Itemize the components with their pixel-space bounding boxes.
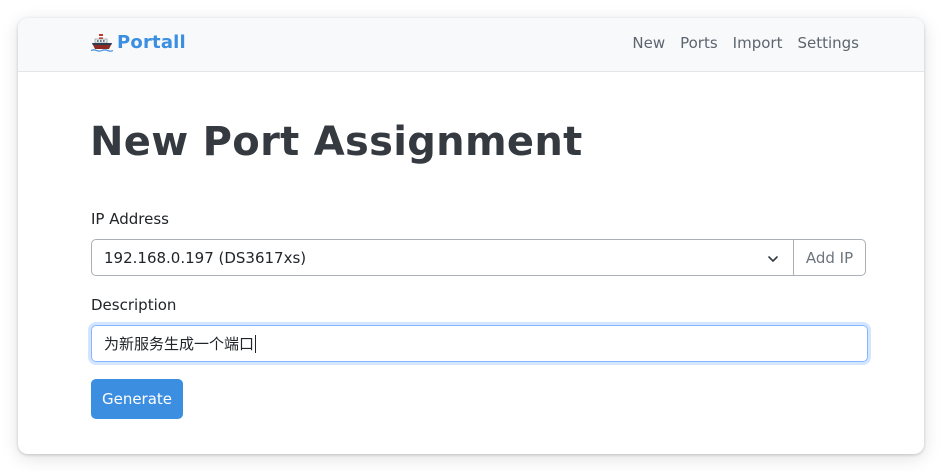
nav-link-settings[interactable]: Settings <box>797 34 859 52</box>
nav-link-new[interactable]: New <box>632 34 665 52</box>
page-title: New Port Assignment <box>90 119 583 165</box>
ip-address-group: 192.168.0.197 (DS3617xs) Add IP <box>91 239 866 276</box>
ip-address-selected-value: 192.168.0.197 (DS3617xs) <box>104 248 307 267</box>
add-ip-button[interactable]: Add IP <box>794 239 866 276</box>
ship-icon <box>90 33 114 53</box>
nav-links: New Ports Import Settings <box>632 34 859 52</box>
text-caret <box>255 334 257 353</box>
nav-link-import[interactable]: Import <box>733 34 783 52</box>
ip-address-select[interactable]: 192.168.0.197 (DS3617xs) <box>91 239 794 276</box>
generate-button[interactable]: Generate <box>91 379 183 419</box>
navbar: Portall New Ports Import Settings <box>18 18 924 72</box>
ip-address-label: IP Address <box>91 210 169 228</box>
nav-link-ports[interactable]: Ports <box>680 34 718 52</box>
app-window: Portall New Ports Import Settings New Po… <box>18 18 924 454</box>
description-input-value: 为新服务生成一个端口 <box>104 335 255 353</box>
brand-link[interactable]: Portall <box>90 32 186 53</box>
description-label: Description <box>91 296 177 314</box>
description-input[interactable]: 为新服务生成一个端口 <box>91 325 868 362</box>
brand-name: Portall <box>117 32 186 53</box>
chevron-down-icon <box>767 251 779 263</box>
